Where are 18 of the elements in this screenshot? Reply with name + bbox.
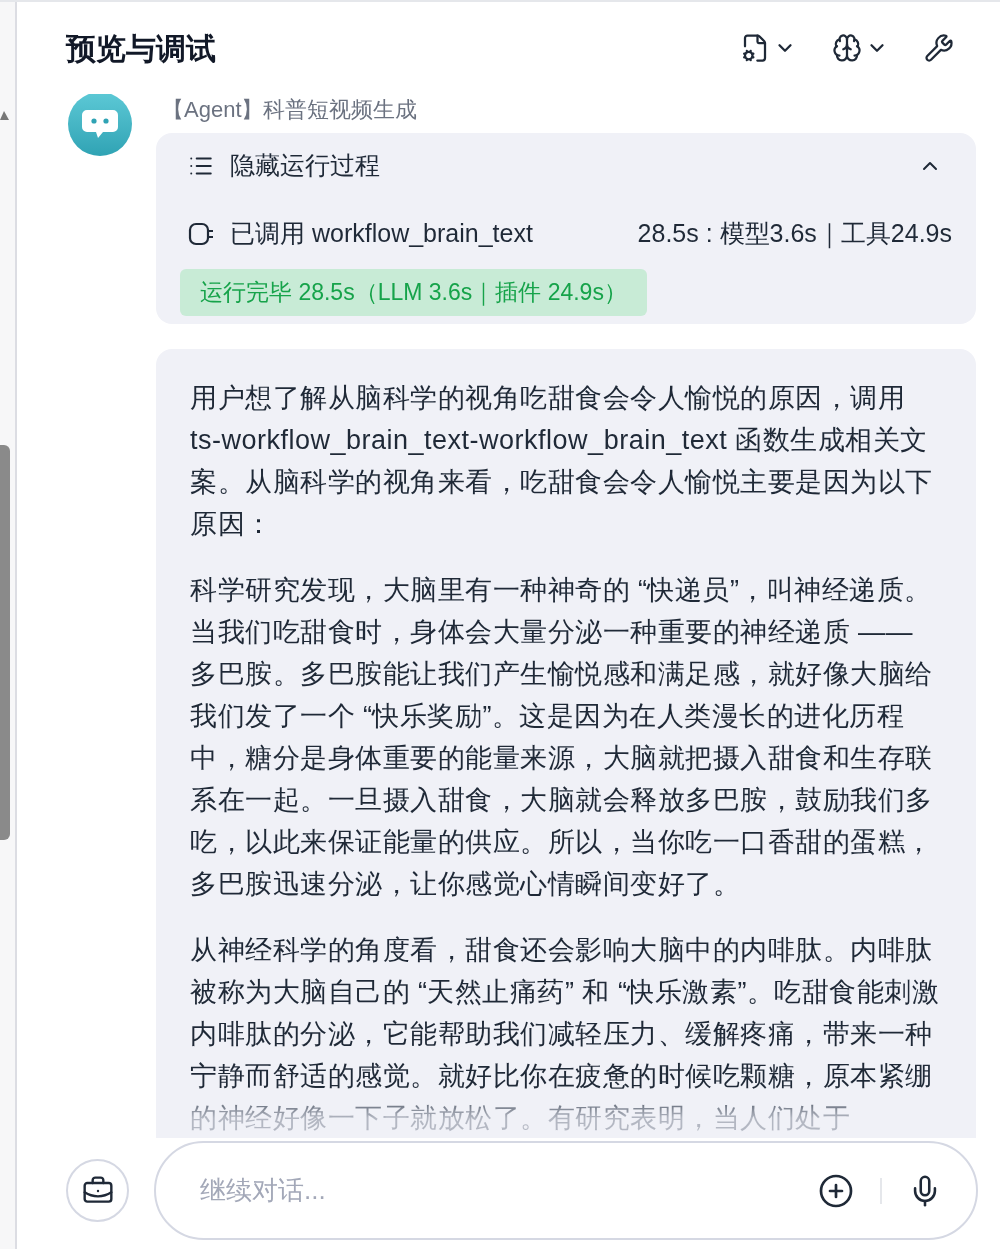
plug-icon xyxy=(188,221,214,247)
wrench-button[interactable] xyxy=(924,33,954,63)
scroll-up-icon[interactable] xyxy=(0,110,9,120)
message-input[interactable]: 继续对话... xyxy=(154,1141,978,1240)
message-paragraph: 用户想了解从脑科学的视角吃甜食会令人愉悦的原因，调用 ts-workflow_brain_text-workflow_brain_text 函数生成相关文案。从脑科学的视角来看，吃甜食会令人愉悦主要是因为以下原因： xyxy=(190,381,934,541)
panel-title: 预览与调试 xyxy=(66,30,217,67)
chat-bubble-icon xyxy=(81,108,119,140)
message-paragraph: 科学研究发现，大脑里有一种神奇的 “快递员”，叫神经递质。当我们吃甜食时，身体会大量分泌一种重要的神经递质 —— 多巴胺。多巴胺能让我们产生愉悦感和满足感，就好像大脑给我们发了一个 “快乐奖励”。这是因为在人类漫长的进化历程中，糖分是身体重要的能量来源，大脑就把摄入甜食和生存联系在一起。一旦摄入甜食，大脑就会释放多巴胺，鼓励我们多吃，以此来保证能量的供应。所以，当你吃一口香甜的蛋糕，多巴胺迅速分泌，让你感觉心情瞬间变好了。 xyxy=(190,573,934,901)
input-field: 继续对话... xyxy=(200,1171,818,1210)
agent-name: 【Agent】科普短视频生成 xyxy=(161,96,419,124)
status-badge: 运行完毕 28.5s（LLM 3.6s｜插件 24.9s） xyxy=(180,269,647,316)
brain-icon xyxy=(832,33,862,63)
wrench-icon xyxy=(924,33,954,63)
tool-call-timing: 28.5s : 模型3.6s｜工具24.9s xyxy=(637,218,952,251)
scrollbar-thumb[interactable] xyxy=(0,445,10,840)
tool-call-label: 已调用 workflow_brain_text xyxy=(230,218,534,250)
add-icon[interactable] xyxy=(818,1172,854,1209)
process-toggle[interactable]: 隐藏运行过程 xyxy=(180,143,952,189)
